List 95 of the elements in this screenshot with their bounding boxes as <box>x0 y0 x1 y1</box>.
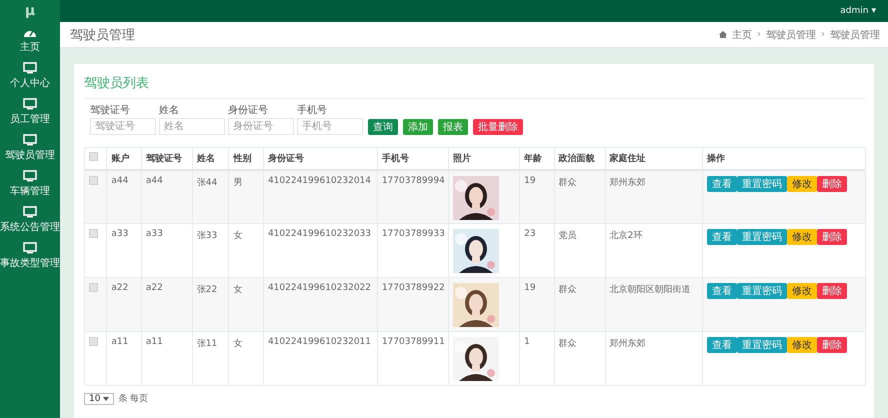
card-title: 驾驶员列表 <box>84 70 866 99</box>
filter-input[interactable]: 手机号 <box>297 118 363 135</box>
monitor-icon <box>23 206 37 218</box>
action-button[interactable]: 重置密码 <box>737 337 788 353</box>
toolbar-button[interactable]: 报表 <box>438 119 468 135</box>
row-checkbox[interactable] <box>89 337 98 346</box>
monitor-icon <box>23 242 37 254</box>
row-checkbox[interactable] <box>89 229 98 238</box>
action-button[interactable]: 修改 <box>787 176 818 192</box>
breadcrumb-link[interactable]: 主页 <box>732 28 752 42</box>
page-title: 驾驶员管理 <box>70 26 135 44</box>
table-cell: 17703789922 <box>377 278 448 332</box>
breadcrumb-separator: › <box>821 29 825 40</box>
table-cell: 北京朝阳区朝阳街道 <box>605 278 703 332</box>
table-cell: 410224199610232033 <box>263 224 378 278</box>
table-cell: 女 <box>228 278 264 332</box>
sidebar-item[interactable]: 系统公告管理 <box>0 202 60 238</box>
action-button[interactable]: 查看 <box>707 283 738 299</box>
table-cell: 群众 <box>554 170 606 224</box>
brand-logo: μ <box>24 2 36 21</box>
table-cell: 女 <box>228 332 264 386</box>
toolbar-button[interactable]: 批量删除 <box>473 119 523 135</box>
monitor-icon <box>23 98 37 110</box>
table-cell: 女 <box>228 224 264 278</box>
filter-label: 驾驶证号 <box>90 104 131 117</box>
table-cell: 410224199610232014 <box>263 170 378 224</box>
action-button[interactable]: 删除 <box>817 229 848 245</box>
table-cell: 1 <box>520 332 554 386</box>
table-cell: 男 <box>228 170 264 224</box>
sidebar-item[interactable]: 主页 <box>0 22 60 58</box>
breadcrumb-link[interactable]: 驾驶员管理 <box>830 28 880 42</box>
table-cell: 群众 <box>554 278 606 332</box>
table-cell: 张44 <box>192 170 229 224</box>
action-button[interactable]: 删除 <box>817 176 848 192</box>
filter-input[interactable]: 身份证号 <box>228 118 294 135</box>
page-size-select[interactable]: 10 <box>84 392 114 404</box>
filter-input[interactable]: 姓名 <box>159 118 225 135</box>
table-cell: 北京2环 <box>605 224 703 278</box>
table-cell: 17703789933 <box>377 224 448 278</box>
filter-label: 身份证号 <box>228 104 269 117</box>
table-cell: a22 <box>106 278 142 332</box>
table-cell: 群众 <box>554 332 606 386</box>
filter-input[interactable]: 驾驶证号 <box>90 118 156 135</box>
select-all-checkbox[interactable] <box>89 152 98 162</box>
table-cell: 17703789994 <box>377 170 448 224</box>
table-cell: 17703789911 <box>377 332 448 386</box>
action-button[interactable]: 重置密码 <box>737 176 788 192</box>
table-cell: 张11 <box>192 332 229 386</box>
table-cell: 410224199610232011 <box>263 332 378 386</box>
user-menu[interactable]: admin ▾ <box>840 6 876 16</box>
sidebar-item[interactable]: 驾驶员管理 <box>0 130 60 166</box>
action-button[interactable]: 重置密码 <box>737 283 788 299</box>
table-cell: 19 <box>520 170 554 224</box>
toolbar-button[interactable]: 添加 <box>403 119 433 135</box>
filter-label: 姓名 <box>159 104 180 117</box>
table-cell: 410224199610232022 <box>263 278 378 332</box>
table-cell: 党员 <box>554 224 606 278</box>
monitor-icon <box>23 134 37 146</box>
table-cell: 张33 <box>192 224 229 278</box>
action-button[interactable]: 重置密码 <box>737 229 788 245</box>
caret-icon <box>103 396 110 400</box>
table-cell: a22 <box>141 278 192 332</box>
action-button[interactable]: 修改 <box>787 283 818 299</box>
table-cell: a44 <box>141 170 192 224</box>
action-button[interactable]: 修改 <box>787 229 818 245</box>
action-button[interactable]: 删除 <box>817 337 848 353</box>
toolbar-button[interactable]: 查询 <box>368 119 398 135</box>
filter-label: 手机号 <box>297 104 328 117</box>
table-cell: 19 <box>520 278 554 332</box>
monitor-icon <box>23 62 37 74</box>
page-size-label: 条 每页 <box>118 392 148 405</box>
action-button[interactable]: 查看 <box>707 337 738 353</box>
action-button[interactable]: 删除 <box>817 283 848 299</box>
row-checkbox[interactable] <box>89 283 98 292</box>
action-button[interactable]: 查看 <box>707 229 738 245</box>
table-cell: a33 <box>141 224 192 278</box>
table-cell: 张22 <box>192 278 229 332</box>
sidebar-item[interactable]: 个人中心 <box>0 58 60 94</box>
table-cell: a33 <box>106 224 142 278</box>
sidebar-item[interactable]: 事故类型管理 <box>0 238 60 274</box>
table-cell: a11 <box>106 332 142 386</box>
monitor-icon <box>23 170 37 182</box>
action-button[interactable]: 查看 <box>707 176 738 192</box>
table-cell: 郑州东郊 <box>605 332 703 386</box>
table-cell: 23 <box>520 224 554 278</box>
table-cell: a11 <box>141 332 192 386</box>
table-cell: 郑州东郊 <box>605 170 703 224</box>
sidebar-item[interactable]: 车辆管理 <box>0 166 60 202</box>
home-icon <box>719 31 727 38</box>
row-checkbox[interactable] <box>89 176 98 184</box>
breadcrumb-link[interactable]: 驾驶员管理 <box>766 28 816 42</box>
table-cell: a44 <box>106 170 142 224</box>
sidebar-item[interactable]: 员工管理 <box>0 94 60 130</box>
action-button[interactable]: 修改 <box>787 337 818 353</box>
breadcrumb-separator: › <box>757 29 761 40</box>
